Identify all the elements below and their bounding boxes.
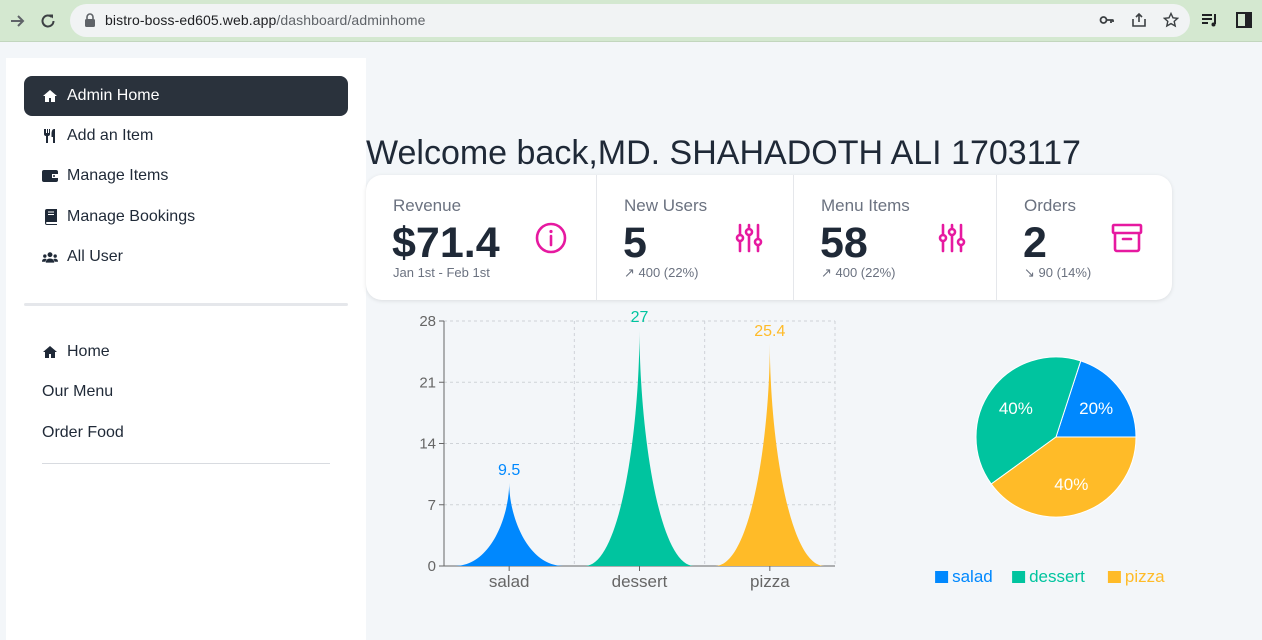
- key-icon[interactable]: [1098, 11, 1116, 29]
- url-host: bistro-boss-ed605.web.app: [105, 12, 277, 28]
- bar-pizza[interactable]: [715, 343, 825, 566]
- home-icon: [42, 88, 58, 104]
- legend-label: dessert: [1029, 567, 1085, 586]
- sidebar-item-our-menu[interactable]: Our Menu: [24, 372, 348, 412]
- stat-value: 5: [623, 219, 647, 267]
- stat-menu-items: Menu Items 58 ↗ 400 (22%): [793, 175, 997, 300]
- pie-slice-label: 40%: [999, 399, 1033, 418]
- browser-toolbar: bistro-boss-ed605.web.app/dashboard/admi…: [0, 0, 1262, 42]
- stat-value: 2: [1023, 219, 1047, 267]
- wallet-icon: [42, 168, 58, 184]
- legend-swatch-pizza: [1107, 571, 1121, 583]
- y-tick-label: 7: [428, 497, 436, 514]
- y-tick-label: 21: [419, 374, 436, 391]
- legend-swatch-dessert: [1012, 571, 1026, 583]
- stat-desc: ↗ 400 (22%): [821, 265, 896, 280]
- stat-title: New Users: [624, 196, 708, 215]
- info-circle-icon: [534, 221, 568, 255]
- pie-slice-label: 20%: [1079, 399, 1113, 418]
- sidebar-item-admin-home[interactable]: Admin Home: [24, 76, 348, 116]
- stat-title: Orders: [1024, 196, 1076, 215]
- sidebar-item-order-food[interactable]: Order Food: [24, 413, 348, 453]
- x-tick-label: dessert: [612, 572, 668, 591]
- sidebar-divider-bottom: [42, 463, 330, 464]
- bar-value-label: 9.5: [498, 462, 520, 479]
- stat-orders: Orders 2 ↘ 90 (14%): [996, 175, 1172, 300]
- sidebar-item-label: All User: [67, 248, 124, 265]
- sliders-icon: [935, 221, 969, 255]
- legend-label: salad: [952, 567, 993, 586]
- y-tick-label: 28: [419, 313, 436, 330]
- sidebar-item-label: Add an Item: [67, 127, 154, 144]
- stat-title: Menu Items: [821, 196, 910, 215]
- lock-icon: [85, 13, 95, 27]
- sidebar-item-manage-bookings[interactable]: Manage Bookings: [24, 197, 348, 237]
- sidebar-divider: [24, 303, 348, 306]
- sidebar-item-label: Manage Bookings: [67, 208, 196, 225]
- sidebar-item-all-user[interactable]: All User: [24, 237, 348, 277]
- x-tick-label: salad: [489, 572, 530, 591]
- legend-label: pizza: [1125, 567, 1165, 586]
- share-icon[interactable]: [1130, 11, 1148, 29]
- category-pie-chart: 20% 40% 40% salad dessert pizza: [935, 356, 1165, 586]
- stat-desc: Jan 1st - Feb 1st: [393, 265, 490, 280]
- pie-slice-label: 40%: [1054, 475, 1088, 494]
- stat-value: 58: [820, 219, 868, 267]
- bar-value-label: 25.4: [754, 323, 785, 340]
- sidebar-item-home[interactable]: Home: [24, 332, 348, 372]
- stat-title: Revenue: [393, 196, 462, 215]
- sidebar: Admin Home Add an Item Manage Items Mana…: [6, 58, 366, 640]
- sidebar-item-manage-items[interactable]: Manage Items: [24, 156, 348, 196]
- home-icon: [42, 344, 58, 360]
- stat-desc: ↗ 400 (22%): [624, 265, 699, 280]
- utensils-icon: [42, 128, 58, 144]
- page-title: Welcome back,MD. SHAHADOTH ALI 1703117: [366, 134, 1081, 172]
- stat-desc: ↘ 90 (14%): [1024, 265, 1092, 280]
- sliders-icon: [732, 221, 766, 255]
- bar-dessert[interactable]: [584, 329, 695, 566]
- url-text: bistro-boss-ed605.web.app/dashboard/admi…: [105, 12, 426, 28]
- sidebar-item-label: Admin Home: [67, 87, 160, 104]
- reading-list-icon[interactable]: [1200, 9, 1220, 31]
- legend-swatch-salad: [935, 571, 949, 583]
- side-panel-icon[interactable]: [1234, 9, 1254, 31]
- stat-new-users: New Users 5 ↗ 400 (22%): [596, 175, 793, 300]
- category-bar-chart: 0 7 14 21 28 9.5 salad 27 dessert 25.4 pizza: [419, 309, 836, 591]
- sidebar-item-label: Manage Items: [67, 167, 169, 184]
- address-bar[interactable]: bistro-boss-ed605.web.app/dashboard/admi…: [70, 4, 1190, 37]
- stats-panel: Revenue $71.4 Jan 1st - Feb 1st New User…: [366, 175, 1172, 300]
- users-icon: [42, 249, 58, 265]
- x-tick-label: pizza: [750, 572, 790, 591]
- archive-icon: [1110, 221, 1144, 255]
- stat-value: $71.4: [392, 219, 500, 267]
- y-tick-label: 14: [419, 436, 436, 453]
- y-tick-label: 0: [428, 558, 436, 575]
- bar-value-label: 27: [631, 309, 649, 326]
- forward-arrow-icon[interactable]: [6, 9, 30, 33]
- reload-icon[interactable]: [36, 9, 60, 33]
- star-icon[interactable]: [1162, 11, 1180, 29]
- sidebar-item-add-item[interactable]: Add an Item: [24, 116, 348, 156]
- sidebar-item-label: Order Food: [42, 424, 124, 441]
- stat-revenue: Revenue $71.4 Jan 1st - Feb 1st: [366, 175, 597, 300]
- book-icon: [42, 209, 58, 225]
- url-path: /dashboard/adminhome: [276, 12, 426, 28]
- sidebar-item-label: Our Menu: [42, 383, 114, 400]
- bar-salad[interactable]: [454, 482, 564, 566]
- sidebar-item-label: Home: [67, 343, 110, 360]
